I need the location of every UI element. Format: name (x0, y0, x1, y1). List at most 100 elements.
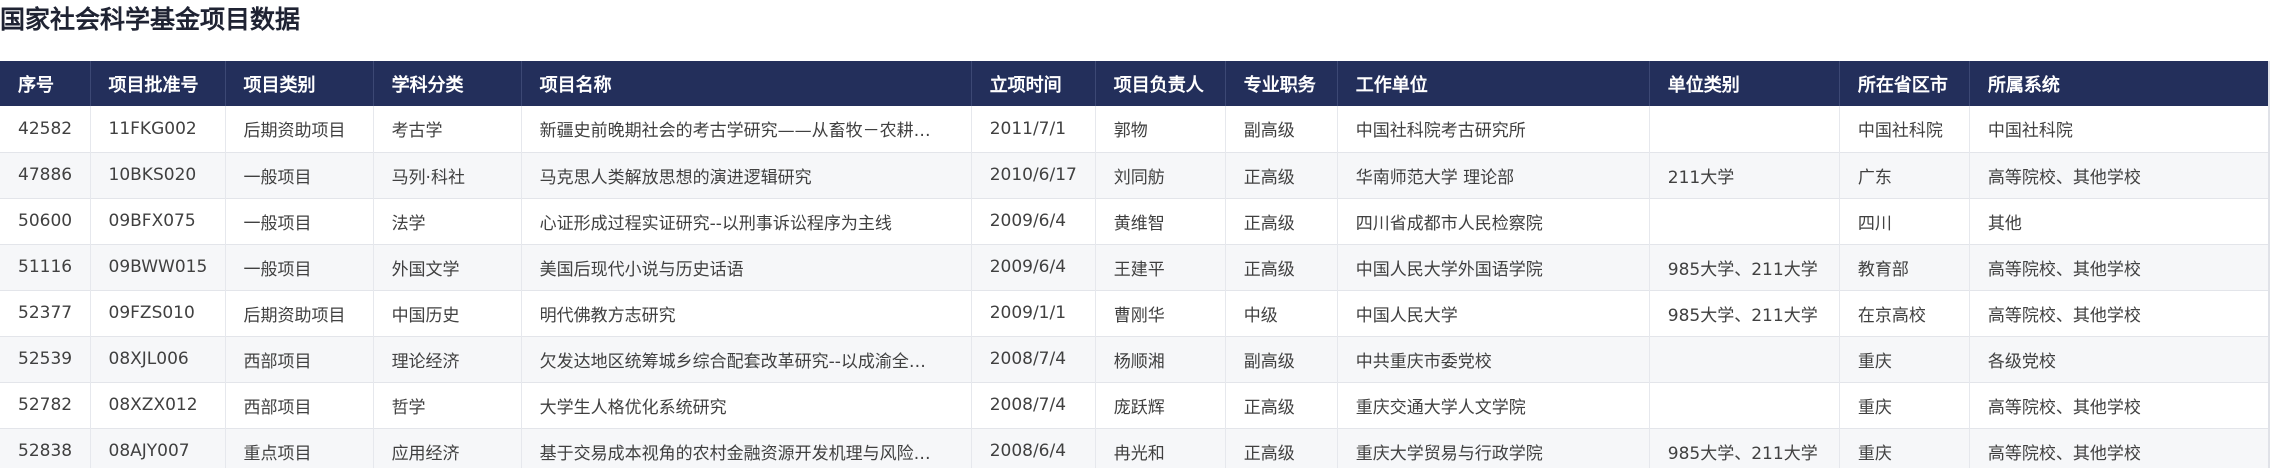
table-cell: 大学生人格优化系统研究 (521, 382, 972, 428)
table-cell: 11FKG002 (90, 106, 226, 152)
table-cell: 52539 (0, 336, 91, 382)
table-cell: 985大学、211大学 (1649, 290, 1840, 336)
table-cell: 庞跃辉 (1095, 382, 1226, 428)
column-header[interactable]: 立项时间 (971, 61, 1096, 106)
table-cell: 09FZS010 (90, 290, 226, 336)
table-cell: 中共重庆市委党校 (1337, 336, 1650, 382)
table-cell: 47886 (0, 152, 91, 198)
table-cell: 黄维智 (1095, 198, 1226, 244)
table-row[interactable]: 50600 09BFX075 一般项目 法学 心证形成过程实证研究--以刑事诉讼程序为主… (0, 198, 2270, 244)
table-cell: 外国文学 (373, 244, 522, 290)
table-cell: 刘同舫 (1095, 152, 1226, 198)
table-cell: 08AJY007 (90, 428, 226, 468)
table-cell: 正高级 (1225, 198, 1338, 244)
table-cell: 教育部 (1839, 244, 1970, 290)
table-cell: 重庆交通大学人文学院 (1337, 382, 1650, 428)
table-cell (1649, 336, 1840, 382)
table-cell: 2008/7/4 (971, 382, 1096, 428)
table-cell: 欠发达地区统筹城乡综合配套改革研究--以成渝全… (521, 336, 972, 382)
table-cell: 理论经济 (373, 336, 522, 382)
table-cell: 后期资助项目 (225, 106, 374, 152)
table-cell: 2010/6/17 (971, 152, 1096, 198)
table-row[interactable]: 47886 10BKS020 一般项目 马列·科社 马克思人类解放思想的演进逻辑研究 20… (0, 152, 2270, 198)
table-cell: 09BWW015 (90, 244, 226, 290)
table-cell: 中级 (1225, 290, 1338, 336)
column-header[interactable]: 工作单位 (1337, 61, 1650, 106)
table-cell: 王建平 (1095, 244, 1226, 290)
table-cell: 中国社科院 (1839, 106, 1970, 152)
table-cell (1649, 382, 1840, 428)
table-cell: 哲学 (373, 382, 522, 428)
column-header[interactable]: 学科分类 (373, 61, 522, 106)
table-cell: 在京高校 (1839, 290, 1970, 336)
column-header[interactable]: 项目名称 (521, 61, 972, 106)
table-cell: 华南师范大学 理论部 (1337, 152, 1650, 198)
table-row[interactable]: 52838 08AJY007 重点项目 应用经济 基于交易成本视角的农村金融资源开发机理… (0, 428, 2270, 468)
table-cell: 2011/7/1 (971, 106, 1096, 152)
table-cell: 高等院校、其他学校 (1969, 244, 2270, 290)
table-cell: 正高级 (1225, 152, 1338, 198)
table-cell: 2008/6/4 (971, 428, 1096, 468)
table-body: 42582 11FKG002 后期资助项目 考古学 新疆史前晚期社会的考古学研究——从畜… (0, 106, 2270, 468)
table-cell: 高等院校、其他学校 (1969, 428, 2270, 468)
column-header[interactable]: 所在省区市 (1839, 61, 1970, 106)
column-header[interactable]: 单位类别 (1649, 61, 1840, 106)
table-cell: 重庆 (1839, 382, 1970, 428)
table-cell: 明代佛教方志研究 (521, 290, 972, 336)
table-cell: 西部项目 (225, 336, 374, 382)
data-table-container[interactable]: 序号 项目批准号 项目类别 学科分类 项目名称 立项时间 项目负责人 专业职务 工作单位 单位类别… (0, 61, 2270, 468)
column-header[interactable]: 项目类别 (225, 61, 374, 106)
table-cell: 211大学 (1649, 152, 1840, 198)
column-header[interactable]: 专业职务 (1225, 61, 1338, 106)
table-cell: 一般项目 (225, 198, 374, 244)
table-row[interactable]: 51116 09BWW015 一般项目 外国文学 美国后现代小说与历史话语 2009/6/… (0, 244, 2270, 290)
table-cell: 高等院校、其他学校 (1969, 290, 2270, 336)
column-header[interactable]: 项目负责人 (1095, 61, 1226, 106)
table-cell: 42582 (0, 106, 91, 152)
column-header[interactable]: 项目批准号 (90, 61, 226, 106)
table-cell: 正高级 (1225, 428, 1338, 468)
table-cell (1649, 106, 1840, 152)
table-cell: 50600 (0, 198, 91, 244)
table-cell: 应用经济 (373, 428, 522, 468)
table-cell: 基于交易成本视角的农村金融资源开发机理与风险… (521, 428, 972, 468)
table-cell: 08XZX012 (90, 382, 226, 428)
table-cell: 四川省成都市人民检察院 (1337, 198, 1650, 244)
table-cell: 西部项目 (225, 382, 374, 428)
table-row[interactable]: 52539 08XJL006 西部项目 理论经济 欠发达地区统筹城乡综合配套改革研究--… (0, 336, 2270, 382)
table-cell: 高等院校、其他学校 (1969, 382, 2270, 428)
table-cell: 52782 (0, 382, 91, 428)
table-cell: 法学 (373, 198, 522, 244)
table-cell: 冉光和 (1095, 428, 1226, 468)
table-row[interactable]: 52782 08XZX012 西部项目 哲学 大学生人格优化系统研究 2008/7/4 庞跃… (0, 382, 2270, 428)
table-cell: 心证形成过程实证研究--以刑事诉讼程序为主线 (521, 198, 972, 244)
table-cell: 10BKS020 (90, 152, 226, 198)
table-row[interactable]: 52377 09FZS010 后期资助项目 中国历史 明代佛教方志研究 2009/1/1 曹… (0, 290, 2270, 336)
table-row[interactable]: 42582 11FKG002 后期资助项目 考古学 新疆史前晚期社会的考古学研究——从畜… (0, 106, 2270, 152)
table-cell: 52377 (0, 290, 91, 336)
table-cell: 重点项目 (225, 428, 374, 468)
column-header[interactable]: 序号 (0, 61, 91, 106)
column-header[interactable]: 所属系统 (1969, 61, 2270, 106)
table-cell: 985大学、211大学 (1649, 428, 1840, 468)
table-cell: 中国历史 (373, 290, 522, 336)
page: 国家社会科学基金项目数据 序号 项目批准号 项目类别 学科分类 项目名称 立项时间 项目负责… (0, 0, 2270, 468)
table-cell: 52838 (0, 428, 91, 468)
table-cell: 四川 (1839, 198, 1970, 244)
table-cell: 一般项目 (225, 152, 374, 198)
data-table: 序号 项目批准号 项目类别 学科分类 项目名称 立项时间 项目负责人 专业职务 工作单位 单位类别… (0, 61, 2270, 468)
table-cell: 2008/7/4 (971, 336, 1096, 382)
table-cell: 副高级 (1225, 106, 1338, 152)
table-cell: 重庆 (1839, 428, 1970, 468)
table-cell: 一般项目 (225, 244, 374, 290)
table-cell: 杨顺湘 (1095, 336, 1226, 382)
page-title: 国家社会科学基金项目数据 (0, 5, 301, 34)
table-cell: 09BFX075 (90, 198, 226, 244)
table-cell: 其他 (1969, 198, 2270, 244)
table-cell (1649, 198, 1840, 244)
table-cell: 正高级 (1225, 244, 1338, 290)
table-cell: 曹刚华 (1095, 290, 1226, 336)
table-cell: 各级党校 (1969, 336, 2270, 382)
table-cell: 中国社科院 (1969, 106, 2270, 152)
table-cell: 985大学、211大学 (1649, 244, 1840, 290)
